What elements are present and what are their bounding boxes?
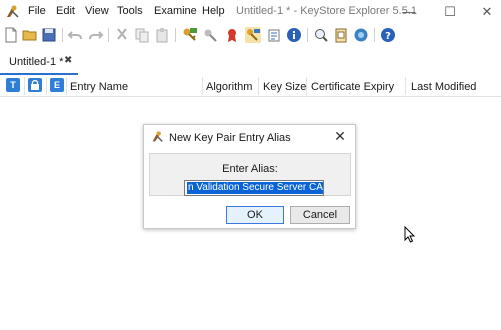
generate-secret-key-icon[interactable] xyxy=(203,27,219,43)
help-icon[interactable]: ? xyxy=(380,27,396,43)
alias-prompt-label: Enter Alias: xyxy=(222,163,278,175)
column-algorithm[interactable]: Algorithm xyxy=(206,81,252,93)
examine-clipboard-icon[interactable] xyxy=(333,27,349,43)
lock-status-column-icon[interactable] xyxy=(28,78,42,92)
cut-icon[interactable] xyxy=(114,27,130,43)
copy-icon[interactable] xyxy=(134,27,150,43)
redo-icon[interactable] xyxy=(88,27,104,43)
menu-tools[interactable]: Tools xyxy=(117,5,143,17)
tab-strip: Untitled-1 * ✖ xyxy=(0,50,501,125)
import-trusted-certificate-icon[interactable] xyxy=(224,27,240,43)
import-key-pair-icon[interactable] xyxy=(245,27,261,43)
column-separator xyxy=(405,77,406,95)
column-certificate-expiry[interactable]: Certificate Expiry xyxy=(311,81,394,93)
examine-file-icon[interactable] xyxy=(313,27,329,43)
menu-file[interactable]: File xyxy=(28,5,46,17)
alias-input[interactable]: n Validation Secure Server CA) xyxy=(184,180,324,196)
toolbar: ? xyxy=(0,24,501,46)
paste-icon[interactable] xyxy=(154,27,170,43)
mouse-pointer-icon xyxy=(404,226,416,243)
toolbar-separator xyxy=(62,28,63,42)
dialog-close-button[interactable]: ✕ xyxy=(332,128,348,144)
column-last-modified[interactable]: Last Modified xyxy=(411,81,476,93)
tab-label: Untitled-1 * xyxy=(9,56,64,68)
lock-icon xyxy=(31,79,39,90)
tab-untitled-1[interactable]: Untitled-1 * ✖ xyxy=(0,50,78,75)
toolbar-separator xyxy=(307,28,308,42)
generate-key-pair-icon[interactable] xyxy=(182,27,198,43)
menu-examine[interactable]: Examine xyxy=(154,5,197,17)
entry-type-column-icon[interactable]: T xyxy=(6,78,20,92)
new-key-pair-alias-dialog: New Key Pair Entry Alias ✕ Enter Alias: … xyxy=(143,124,356,229)
menu-edit[interactable]: Edit xyxy=(56,5,75,17)
keystore-properties-icon[interactable] xyxy=(286,27,302,43)
column-separator xyxy=(24,77,25,95)
alias-selected-text: n Validation Secure Server CA) xyxy=(187,182,323,194)
set-password-icon[interactable] xyxy=(266,27,282,43)
open-icon[interactable] xyxy=(22,27,38,43)
save-icon[interactable] xyxy=(41,27,57,43)
keystore-explorer-logo-icon xyxy=(152,131,163,142)
menu-help[interactable]: Help xyxy=(202,5,225,17)
toolbar-separator xyxy=(108,28,109,42)
ok-button[interactable]: OK xyxy=(226,206,284,224)
close-window-button[interactable]: ✕ xyxy=(472,2,501,22)
column-separator xyxy=(258,77,259,95)
toolbar-separator xyxy=(175,28,176,42)
tab-close-icon[interactable]: ✖ xyxy=(64,55,72,66)
column-key-size[interactable]: Key Size xyxy=(263,81,306,93)
table-header: T E Entry Name Algorithm Key Size Certif… xyxy=(0,76,501,97)
cancel-button[interactable]: Cancel xyxy=(290,206,350,224)
dialog-title: New Key Pair Entry Alias xyxy=(169,132,291,144)
keystore-explorer-logo-icon xyxy=(7,5,19,18)
maximize-button[interactable]: ☐ xyxy=(435,2,465,22)
column-separator xyxy=(46,77,47,95)
column-separator xyxy=(202,77,203,95)
expiry-status-column-icon[interactable]: E xyxy=(50,78,64,92)
column-separator xyxy=(306,77,307,95)
toolbar-separator xyxy=(374,28,375,42)
undo-icon[interactable] xyxy=(67,27,83,43)
alias-panel: Enter Alias: n Validation Secure Server … xyxy=(149,153,351,196)
window-title: Untitled-1 * - KeyStore Explorer 5.5.1 xyxy=(236,5,417,17)
svg-text:?: ? xyxy=(385,31,391,42)
new-icon[interactable] xyxy=(3,27,19,43)
column-entry-name[interactable]: Entry Name xyxy=(70,81,128,93)
examine-ssl-icon[interactable] xyxy=(353,27,369,43)
menu-view[interactable]: View xyxy=(85,5,109,17)
title-bar: File Edit View Tools Examine Help Untitl… xyxy=(0,0,501,24)
column-separator xyxy=(66,77,67,95)
minimize-button[interactable]: — xyxy=(394,2,424,22)
